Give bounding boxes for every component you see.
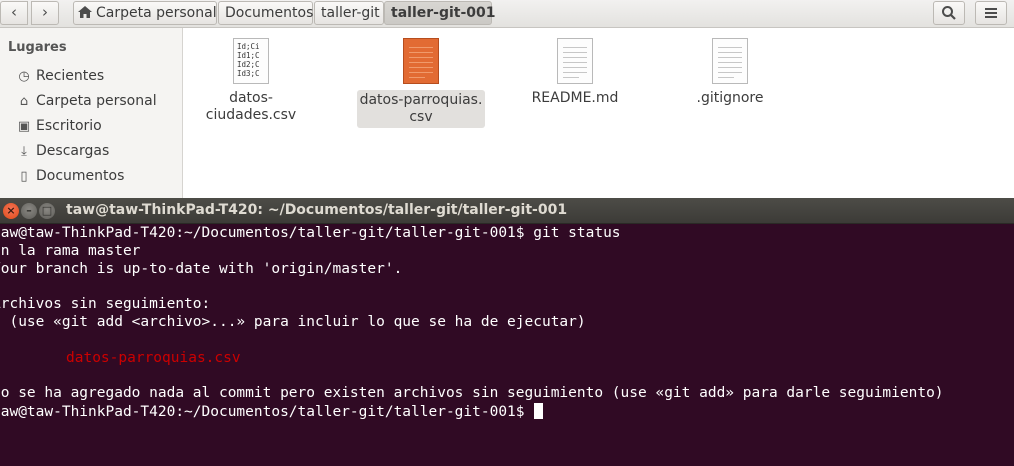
terminal-title: taw@taw-ThinkPad-T420: ~/Documentos/tall…: [66, 202, 568, 218]
close-button[interactable]: ×: [3, 203, 19, 219]
file-item-datos-parroquias[interactable]: datos-parroquias. csv: [355, 38, 487, 128]
file-manager-window: ‹ › Carpeta personal Documentos taller-g…: [0, 0, 1014, 198]
terminal-line: Archivos sin seguimiento:: [0, 296, 211, 312]
sidebar-item-recientes[interactable]: ◷ Recientes: [16, 66, 104, 86]
terminal-window: × – □ taw@taw-ThinkPad-T420: ~/Documento…: [0, 198, 1014, 466]
search-button[interactable]: [933, 1, 965, 25]
file-name-line1: datos-parroquias.: [359, 92, 483, 108]
text-file-icon: [712, 38, 748, 84]
sidebar-item-label: Recientes: [36, 68, 105, 84]
chevron-right-icon: ›: [42, 3, 48, 21]
terminal-line: Your branch is up-to-date with 'origin/m…: [0, 261, 403, 277]
maximize-icon: □: [41, 204, 53, 217]
breadcrumb-current[interactable]: taller-git-001: [384, 1, 496, 25]
file-grid: Id;Ci Id1;C Id2;C Id3;C datos-ciudades.c…: [183, 28, 1014, 198]
search-icon: [942, 6, 956, 20]
breadcrumb-label: Carpeta personal: [96, 5, 217, 21]
breadcrumb-home[interactable]: Carpeta personal: [73, 1, 217, 25]
terminal-line: no se ha agregado nada al commit pero ex…: [0, 385, 944, 401]
file-name: datos-ciudades.csv: [205, 90, 297, 123]
maximize-button[interactable]: □: [39, 203, 55, 219]
untracked-file-name: datos-parroquias.csv: [66, 350, 241, 366]
breadcrumb-taller-git[interactable]: taller-git: [314, 1, 384, 25]
file-name-line2: csv: [409, 109, 433, 125]
sidebar-item-escritorio[interactable]: ▣ Escritorio: [16, 116, 102, 136]
thumb-preview-text: Id;Ci Id1;C Id2;C Id3;C: [237, 42, 260, 78]
terminal-prompt: taw@taw-ThinkPad-T420:~/Documentos/talle…: [0, 404, 534, 420]
hamburger-icon: [985, 8, 997, 18]
sidebar-item-label: Escritorio: [36, 118, 102, 134]
file-item-gitignore[interactable]: .gitignore: [664, 38, 796, 107]
sidebar: Lugares ◷ Recientes ⌂ Carpeta personal ▣ Es…: [0, 28, 183, 198]
menu-button[interactable]: [975, 1, 1007, 25]
sidebar-heading: Lugares: [8, 40, 67, 55]
terminal-output[interactable]: taw@taw-ThinkPad-T420:~/Documentos/talle…: [0, 225, 1014, 466]
sidebar-item-descargas[interactable]: ⤓ Descargas: [16, 141, 109, 161]
sidebar-item-label: Documentos: [36, 168, 125, 184]
csv-file-icon: Id;Ci Id1;C Id2;C Id3;C: [233, 38, 269, 84]
terminal-line: En la rama master: [0, 243, 141, 259]
minimize-button[interactable]: –: [21, 203, 37, 219]
text-cursor: [534, 403, 544, 419]
back-button[interactable]: ‹: [0, 1, 28, 25]
toolbar: ‹ › Carpeta personal Documentos taller-g…: [0, 0, 1014, 28]
file-name: datos-parroquias. csv: [357, 90, 485, 128]
text-file-icon: [557, 38, 593, 84]
clock-icon: ◷: [18, 69, 30, 84]
terminal-prompt-line: taw@taw-ThinkPad-T420:~/Documentos/talle…: [0, 403, 544, 421]
breadcrumb-documentos[interactable]: Documentos: [218, 1, 313, 25]
terminal-line: taw@taw-ThinkPad-T420:~/Documentos/talle…: [0, 225, 621, 241]
file-item-datos-ciudades[interactable]: Id;Ci Id1;C Id2;C Id3;C datos-ciudades.c…: [185, 38, 317, 124]
sidebar-item-label: Descargas: [36, 143, 110, 159]
breadcrumb-label: taller-git: [321, 5, 380, 21]
download-icon: ⤓: [21, 144, 27, 159]
sidebar-item-documentos[interactable]: ▯ Documentos: [16, 166, 124, 186]
folder-icon: ▣: [17, 119, 31, 134]
home-icon: ⌂: [19, 94, 29, 109]
file-item-readme[interactable]: README.md: [509, 38, 641, 107]
terminal-titlebar[interactable]: × – □ taw@taw-ThinkPad-T420: ~/Documento…: [0, 198, 1014, 224]
file-name: README.md: [531, 90, 619, 106]
csv-file-icon: [403, 38, 439, 84]
document-icon: ▯: [20, 169, 28, 184]
terminal-line: (use «git add <archivo>...» para incluir…: [0, 314, 586, 330]
file-name: .gitignore: [696, 90, 764, 106]
forward-button[interactable]: ›: [31, 1, 59, 25]
sidebar-item-carpeta-personal[interactable]: ⌂ Carpeta personal: [16, 91, 157, 111]
breadcrumb-label: Documentos: [225, 5, 314, 21]
close-icon: ×: [6, 204, 16, 217]
untracked-file-line: datos-parroquias.csv: [66, 350, 241, 368]
sidebar-item-label: Carpeta personal: [36, 93, 157, 109]
minimize-icon: –: [26, 204, 32, 217]
chevron-left-icon: ‹: [11, 3, 17, 21]
breadcrumb-label: taller-git-001: [391, 5, 496, 21]
home-icon: [78, 6, 92, 18]
